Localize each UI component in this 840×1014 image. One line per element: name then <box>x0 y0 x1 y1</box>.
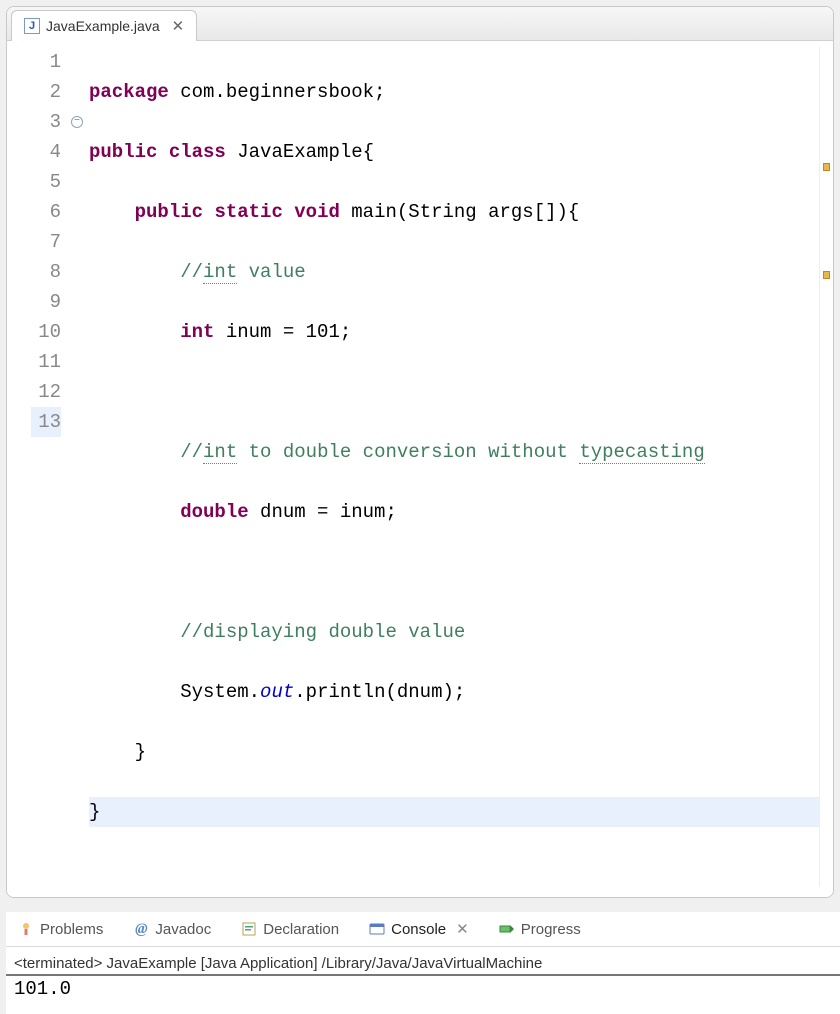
console-status-line: <terminated> JavaExample [Java Applicati… <box>6 947 840 974</box>
code-text: com.beginnersbook; <box>169 81 386 103</box>
code-line[interactable]: System.out.println(dnum); <box>89 677 819 707</box>
code-line[interactable]: int inum = 101; <box>89 317 819 347</box>
line-number: 11 <box>31 347 61 377</box>
tab-label: Declaration <box>263 921 339 938</box>
indent <box>89 261 180 283</box>
close-icon[interactable]: ✕ <box>456 920 469 938</box>
overview-ruler[interactable] <box>819 47 833 887</box>
tab-declaration[interactable]: Declaration <box>235 917 345 942</box>
line-number: 12 <box>31 377 61 407</box>
code-area[interactable]: 1 2 3 4 5 6 7 8 9 10 11 12 13 − package … <box>7 41 833 897</box>
keyword: class <box>169 141 226 163</box>
code-text: dnum = inum; <box>249 501 397 523</box>
comment-text: // <box>180 441 203 463</box>
keyword: int <box>180 321 214 343</box>
line-number: 13 <box>31 407 61 437</box>
line-number: 2 <box>31 77 61 107</box>
fold-toggle-icon[interactable]: − <box>71 116 83 128</box>
indent <box>89 441 180 463</box>
code-line[interactable]: //int value <box>89 257 819 287</box>
tab-progress[interactable]: Progress <box>493 917 587 942</box>
code-line[interactable]: public class JavaExample{ <box>89 137 819 167</box>
close-icon[interactable]: ✕ <box>172 17 185 35</box>
bottom-panel: Problems @ Javadoc Declaration Console ✕… <box>6 912 840 1014</box>
fold-column: − <box>71 47 89 887</box>
tab-label: Problems <box>40 921 103 938</box>
keyword: void <box>294 201 340 223</box>
line-number: 3 <box>31 107 61 137</box>
bottom-tab-bar: Problems @ Javadoc Declaration Console ✕… <box>6 912 840 947</box>
comment-text: value <box>237 261 305 283</box>
keyword: public <box>135 201 203 223</box>
java-file-icon: J <box>24 18 40 34</box>
tab-label: Console <box>391 921 446 938</box>
editor-tab-javaexample[interactable]: J JavaExample.java ✕ <box>11 10 197 41</box>
progress-icon <box>499 921 515 937</box>
code-line[interactable] <box>89 557 819 587</box>
code-text: .println(dnum); <box>294 681 465 703</box>
line-number: 10 <box>31 317 61 347</box>
code-line[interactable]: double dnum = inum; <box>89 497 819 527</box>
problems-icon <box>18 921 34 937</box>
tab-javadoc[interactable]: @ Javadoc <box>127 917 217 942</box>
declaration-icon <box>241 921 257 937</box>
marker-column <box>7 47 31 887</box>
code-text: inum = 101; <box>214 321 351 343</box>
indent <box>89 201 135 223</box>
indent <box>89 321 180 343</box>
keyword: static <box>214 201 282 223</box>
code-content[interactable]: package com.beginnersbook; public class … <box>89 47 819 887</box>
line-number: 8 <box>31 257 61 287</box>
warning-marker-icon[interactable] <box>823 271 830 279</box>
line-number: 1 <box>31 47 61 77</box>
comment-text: // <box>180 261 203 283</box>
code-line[interactable]: } <box>89 737 819 767</box>
tab-console[interactable]: Console ✕ <box>363 916 475 942</box>
code-line[interactable] <box>89 377 819 407</box>
line-number: 5 <box>31 167 61 197</box>
code-text: JavaExample{ <box>226 141 374 163</box>
code-line[interactable]: public static void main(String args[]){ <box>89 197 819 227</box>
tab-label: Javadoc <box>155 921 211 938</box>
comment-text: //displaying double value <box>180 621 465 643</box>
code-line[interactable]: //int to double conversion without typec… <box>89 437 819 467</box>
indent <box>89 681 180 703</box>
line-number: 6 <box>31 197 61 227</box>
code-line[interactable]: package com.beginnersbook; <box>89 77 819 107</box>
keyword: public <box>89 141 157 163</box>
line-number-gutter: 1 2 3 4 5 6 7 8 9 10 11 12 13 <box>31 47 71 887</box>
code-text: } <box>89 741 146 763</box>
indent <box>89 501 180 523</box>
keyword: package <box>89 81 169 103</box>
code-text: main(String args[]){ <box>340 201 579 223</box>
line-number: 9 <box>31 287 61 317</box>
comment-text: to double conversion without <box>237 441 579 463</box>
line-number: 7 <box>31 227 61 257</box>
indent <box>89 621 180 643</box>
code-text: } <box>89 801 100 823</box>
editor-tab-label: JavaExample.java <box>46 18 160 34</box>
line-number: 4 <box>31 137 61 167</box>
comment-text: int <box>203 441 237 464</box>
tab-problems[interactable]: Problems <box>12 917 109 942</box>
code-line[interactable]: //displaying double value <box>89 617 819 647</box>
comment-text: int <box>203 261 237 284</box>
editor-tab-bar: J JavaExample.java ✕ <box>7 7 833 41</box>
comment-text: typecasting <box>579 441 704 464</box>
warning-marker-icon[interactable] <box>823 163 830 171</box>
static-field: out <box>260 681 294 703</box>
code-text: System. <box>180 681 260 703</box>
code-line[interactable]: } <box>89 797 819 827</box>
editor-panel: J JavaExample.java ✕ 1 2 3 4 5 6 7 8 9 1… <box>6 6 834 898</box>
console-icon <box>369 921 385 937</box>
console-output[interactable]: 101.0 <box>6 976 840 1014</box>
tab-label: Progress <box>521 921 581 938</box>
javadoc-icon: @ <box>133 921 149 937</box>
keyword: double <box>180 501 248 523</box>
